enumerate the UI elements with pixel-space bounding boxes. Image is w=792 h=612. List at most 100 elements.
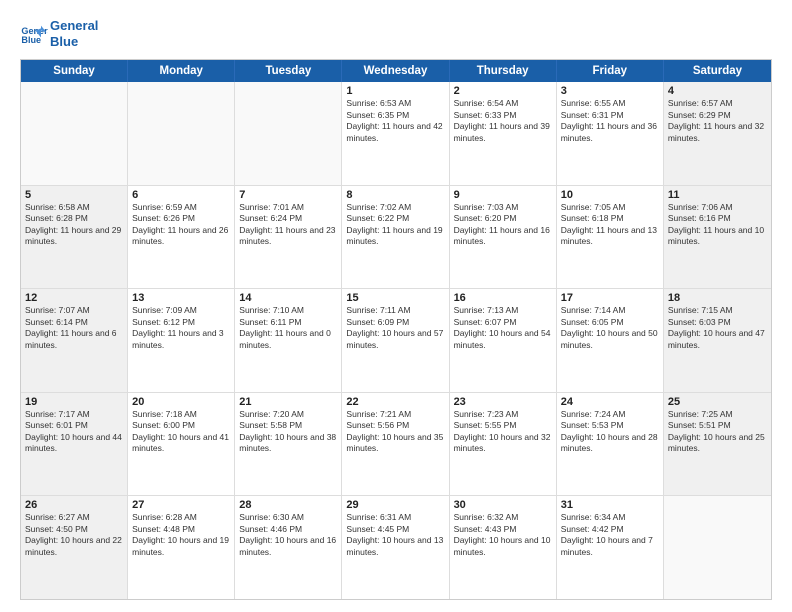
day-info: Sunrise: 7:02 AM Sunset: 6:22 PM Dayligh…: [346, 202, 444, 248]
logo-text: GeneralBlue: [50, 18, 98, 49]
table-row: 4Sunrise: 6:57 AM Sunset: 6:29 PM Daylig…: [664, 82, 771, 185]
table-row: 15Sunrise: 7:11 AM Sunset: 6:09 PM Dayli…: [342, 289, 449, 392]
day-number: 8: [346, 189, 444, 201]
day-info: Sunrise: 6:32 AM Sunset: 4:43 PM Dayligh…: [454, 512, 552, 558]
header-day-monday: Monday: [128, 60, 235, 82]
calendar-body: 1Sunrise: 6:53 AM Sunset: 6:35 PM Daylig…: [21, 82, 771, 599]
day-info: Sunrise: 7:23 AM Sunset: 5:55 PM Dayligh…: [454, 409, 552, 455]
table-row: 26Sunrise: 6:27 AM Sunset: 4:50 PM Dayli…: [21, 496, 128, 599]
day-info: Sunrise: 7:03 AM Sunset: 6:20 PM Dayligh…: [454, 202, 552, 248]
table-row: 3Sunrise: 6:55 AM Sunset: 6:31 PM Daylig…: [557, 82, 664, 185]
day-number: 25: [668, 396, 767, 408]
week-row-4: 19Sunrise: 7:17 AM Sunset: 6:01 PM Dayli…: [21, 393, 771, 497]
table-row: 10Sunrise: 7:05 AM Sunset: 6:18 PM Dayli…: [557, 186, 664, 289]
day-info: Sunrise: 7:18 AM Sunset: 6:00 PM Dayligh…: [132, 409, 230, 455]
day-number: 28: [239, 499, 337, 511]
day-info: Sunrise: 7:20 AM Sunset: 5:58 PM Dayligh…: [239, 409, 337, 455]
day-info: Sunrise: 6:54 AM Sunset: 6:33 PM Dayligh…: [454, 98, 552, 144]
week-row-1: 1Sunrise: 6:53 AM Sunset: 6:35 PM Daylig…: [21, 82, 771, 186]
day-number: 22: [346, 396, 444, 408]
table-row: 27Sunrise: 6:28 AM Sunset: 4:48 PM Dayli…: [128, 496, 235, 599]
day-info: Sunrise: 7:13 AM Sunset: 6:07 PM Dayligh…: [454, 305, 552, 351]
day-number: 7: [239, 189, 337, 201]
table-row: 25Sunrise: 7:25 AM Sunset: 5:51 PM Dayli…: [664, 393, 771, 496]
day-number: 4: [668, 85, 767, 97]
day-info: Sunrise: 6:59 AM Sunset: 6:26 PM Dayligh…: [132, 202, 230, 248]
day-info: Sunrise: 7:05 AM Sunset: 6:18 PM Dayligh…: [561, 202, 659, 248]
day-info: Sunrise: 6:34 AM Sunset: 4:42 PM Dayligh…: [561, 512, 659, 558]
table-row: 24Sunrise: 7:24 AM Sunset: 5:53 PM Dayli…: [557, 393, 664, 496]
header-day-tuesday: Tuesday: [235, 60, 342, 82]
day-number: 30: [454, 499, 552, 511]
day-info: Sunrise: 7:21 AM Sunset: 5:56 PM Dayligh…: [346, 409, 444, 455]
day-info: Sunrise: 7:15 AM Sunset: 6:03 PM Dayligh…: [668, 305, 767, 351]
page-header: General Blue GeneralBlue: [20, 18, 772, 49]
table-row: 9Sunrise: 7:03 AM Sunset: 6:20 PM Daylig…: [450, 186, 557, 289]
day-number: 1: [346, 85, 444, 97]
calendar: SundayMondayTuesdayWednesdayThursdayFrid…: [20, 59, 772, 600]
logo: General Blue GeneralBlue: [20, 18, 98, 49]
day-info: Sunrise: 6:30 AM Sunset: 4:46 PM Dayligh…: [239, 512, 337, 558]
day-number: 15: [346, 292, 444, 304]
table-row: 16Sunrise: 7:13 AM Sunset: 6:07 PM Dayli…: [450, 289, 557, 392]
table-row: 29Sunrise: 6:31 AM Sunset: 4:45 PM Dayli…: [342, 496, 449, 599]
table-row: 2Sunrise: 6:54 AM Sunset: 6:33 PM Daylig…: [450, 82, 557, 185]
table-row: 19Sunrise: 7:17 AM Sunset: 6:01 PM Dayli…: [21, 393, 128, 496]
calendar-header: SundayMondayTuesdayWednesdayThursdayFrid…: [21, 60, 771, 82]
day-info: Sunrise: 7:10 AM Sunset: 6:11 PM Dayligh…: [239, 305, 337, 351]
header-day-thursday: Thursday: [450, 60, 557, 82]
table-row: [128, 82, 235, 185]
day-info: Sunrise: 7:17 AM Sunset: 6:01 PM Dayligh…: [25, 409, 123, 455]
day-info: Sunrise: 7:14 AM Sunset: 6:05 PM Dayligh…: [561, 305, 659, 351]
day-number: 27: [132, 499, 230, 511]
table-row: 8Sunrise: 7:02 AM Sunset: 6:22 PM Daylig…: [342, 186, 449, 289]
day-number: 11: [668, 189, 767, 201]
svg-text:Blue: Blue: [21, 35, 41, 45]
day-info: Sunrise: 7:24 AM Sunset: 5:53 PM Dayligh…: [561, 409, 659, 455]
header-day-friday: Friday: [557, 60, 664, 82]
day-number: 21: [239, 396, 337, 408]
day-number: 23: [454, 396, 552, 408]
table-row: [235, 82, 342, 185]
header-day-wednesday: Wednesday: [342, 60, 449, 82]
day-number: 10: [561, 189, 659, 201]
day-number: 31: [561, 499, 659, 511]
table-row: 1Sunrise: 6:53 AM Sunset: 6:35 PM Daylig…: [342, 82, 449, 185]
table-row: 13Sunrise: 7:09 AM Sunset: 6:12 PM Dayli…: [128, 289, 235, 392]
week-row-5: 26Sunrise: 6:27 AM Sunset: 4:50 PM Dayli…: [21, 496, 771, 599]
table-row: 23Sunrise: 7:23 AM Sunset: 5:55 PM Dayli…: [450, 393, 557, 496]
day-number: 13: [132, 292, 230, 304]
table-row: 21Sunrise: 7:20 AM Sunset: 5:58 PM Dayli…: [235, 393, 342, 496]
header-day-sunday: Sunday: [21, 60, 128, 82]
day-number: 18: [668, 292, 767, 304]
table-row: 14Sunrise: 7:10 AM Sunset: 6:11 PM Dayli…: [235, 289, 342, 392]
day-number: 6: [132, 189, 230, 201]
table-row: 5Sunrise: 6:58 AM Sunset: 6:28 PM Daylig…: [21, 186, 128, 289]
day-number: 5: [25, 189, 123, 201]
table-row: [664, 496, 771, 599]
table-row: 7Sunrise: 7:01 AM Sunset: 6:24 PM Daylig…: [235, 186, 342, 289]
table-row: 20Sunrise: 7:18 AM Sunset: 6:00 PM Dayli…: [128, 393, 235, 496]
day-info: Sunrise: 7:07 AM Sunset: 6:14 PM Dayligh…: [25, 305, 123, 351]
day-number: 17: [561, 292, 659, 304]
table-row: 28Sunrise: 6:30 AM Sunset: 4:46 PM Dayli…: [235, 496, 342, 599]
day-number: 26: [25, 499, 123, 511]
header-day-saturday: Saturday: [664, 60, 771, 82]
table-row: 31Sunrise: 6:34 AM Sunset: 4:42 PM Dayli…: [557, 496, 664, 599]
table-row: 11Sunrise: 7:06 AM Sunset: 6:16 PM Dayli…: [664, 186, 771, 289]
day-number: 16: [454, 292, 552, 304]
day-info: Sunrise: 6:55 AM Sunset: 6:31 PM Dayligh…: [561, 98, 659, 144]
table-row: 18Sunrise: 7:15 AM Sunset: 6:03 PM Dayli…: [664, 289, 771, 392]
day-number: 9: [454, 189, 552, 201]
day-number: 14: [239, 292, 337, 304]
day-info: Sunrise: 6:27 AM Sunset: 4:50 PM Dayligh…: [25, 512, 123, 558]
day-number: 19: [25, 396, 123, 408]
day-number: 3: [561, 85, 659, 97]
day-info: Sunrise: 7:09 AM Sunset: 6:12 PM Dayligh…: [132, 305, 230, 351]
table-row: [21, 82, 128, 185]
week-row-2: 5Sunrise: 6:58 AM Sunset: 6:28 PM Daylig…: [21, 186, 771, 290]
table-row: 6Sunrise: 6:59 AM Sunset: 6:26 PM Daylig…: [128, 186, 235, 289]
week-row-3: 12Sunrise: 7:07 AM Sunset: 6:14 PM Dayli…: [21, 289, 771, 393]
day-info: Sunrise: 7:06 AM Sunset: 6:16 PM Dayligh…: [668, 202, 767, 248]
day-info: Sunrise: 6:53 AM Sunset: 6:35 PM Dayligh…: [346, 98, 444, 144]
